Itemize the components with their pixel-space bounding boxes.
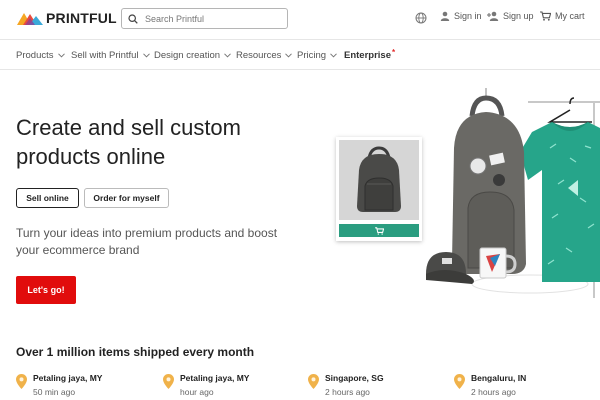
nav-item-label: Resources — [236, 50, 282, 61]
shipment-city: Petaling jaya, MY — [180, 373, 250, 383]
sign-up-label: Sign up — [503, 11, 534, 21]
cart-label: My cart — [555, 11, 585, 21]
logo-text: PRINTFUL — [46, 10, 117, 26]
nav-item-label: Enterprise — [344, 50, 391, 61]
shipment-item: Bengaluru, IN 2 hours ago — [454, 373, 526, 398]
location-pin-icon — [454, 374, 465, 389]
nav-item-label: Pricing — [297, 50, 327, 61]
shipment-item: Petaling jaya, MY hour ago — [163, 373, 249, 398]
shipment-item: Singapore, SG 2 hours ago — [308, 373, 384, 398]
nav-item-design-creation[interactable]: Design creation — [154, 50, 231, 61]
shipment-city: Petaling jaya, MY — [33, 373, 103, 383]
search-input[interactable] — [145, 13, 275, 24]
search-box[interactable] — [121, 8, 288, 29]
sign-in-link[interactable]: Sign in — [440, 11, 482, 21]
nav-item-label: Design creation — [154, 50, 221, 61]
hero-products-image — [426, 88, 600, 298]
user-icon — [440, 11, 450, 21]
cart-icon — [540, 11, 551, 21]
shipment-time: hour ago — [180, 387, 214, 397]
location-pin-icon — [16, 374, 27, 389]
chevron-down-icon — [330, 53, 337, 58]
shipped-section-title: Over 1 million items shipped every month — [16, 345, 255, 359]
chip-sell-online[interactable]: Sell online — [16, 188, 79, 208]
shipment-time: 50 min ago — [33, 387, 76, 397]
globe-icon[interactable] — [415, 12, 427, 24]
chevron-down-icon — [285, 53, 293, 58]
nav-item-sell-with-printful[interactable]: Sell with Printful — [71, 50, 150, 61]
nav-item-enterprise[interactable]: Enterprise * — [344, 48, 396, 61]
location-pin-icon — [308, 374, 319, 389]
shipment-time: 2 hours ago — [325, 387, 370, 397]
main-nav: Products Sell with Printful Design creat… — [0, 41, 600, 70]
hero-title: Create and sell custom products online — [16, 115, 241, 169]
lets-go-button[interactable]: Let's go! — [16, 276, 76, 304]
chevron-down-icon — [142, 53, 150, 58]
sign-in-label: Sign in — [454, 11, 482, 21]
chevron-down-icon — [57, 53, 65, 58]
nav-item-label: Products — [16, 50, 54, 61]
nav-item-products[interactable]: Products — [16, 50, 65, 61]
logo-mark-icon — [17, 13, 43, 25]
shipment-time: 2 hours ago — [471, 387, 516, 397]
chip-order-for-myself[interactable]: Order for myself — [84, 188, 169, 208]
nav-item-label: Sell with Printful — [71, 50, 139, 61]
new-marker: * — [392, 48, 396, 57]
shipment-item: Petaling jaya, MY 50 min ago — [16, 373, 102, 398]
product-card[interactable] — [336, 137, 422, 241]
add-user-icon — [487, 11, 499, 21]
location-pin-icon — [163, 374, 174, 389]
shipment-city: Bengaluru, IN — [471, 373, 527, 383]
nav-item-pricing[interactable]: Pricing — [297, 50, 337, 61]
add-to-cart-button[interactable] — [339, 224, 419, 237]
hero-subtitle: Turn your ideas into premium products an… — [16, 226, 278, 257]
search-icon — [128, 13, 138, 24]
sign-up-link[interactable]: Sign up — [487, 11, 534, 21]
shipment-city: Singapore, SG — [325, 373, 384, 383]
nav-item-resources[interactable]: Resources — [236, 50, 293, 61]
backpack-product-image — [339, 140, 419, 220]
chevron-down-icon — [224, 53, 231, 58]
cart-icon — [374, 226, 384, 235]
site-header: PRINTFUL Sign in Sign up — [0, 0, 600, 40]
cart-link[interactable]: My cart — [540, 11, 585, 21]
printful-logo[interactable]: PRINTFUL — [17, 10, 117, 26]
